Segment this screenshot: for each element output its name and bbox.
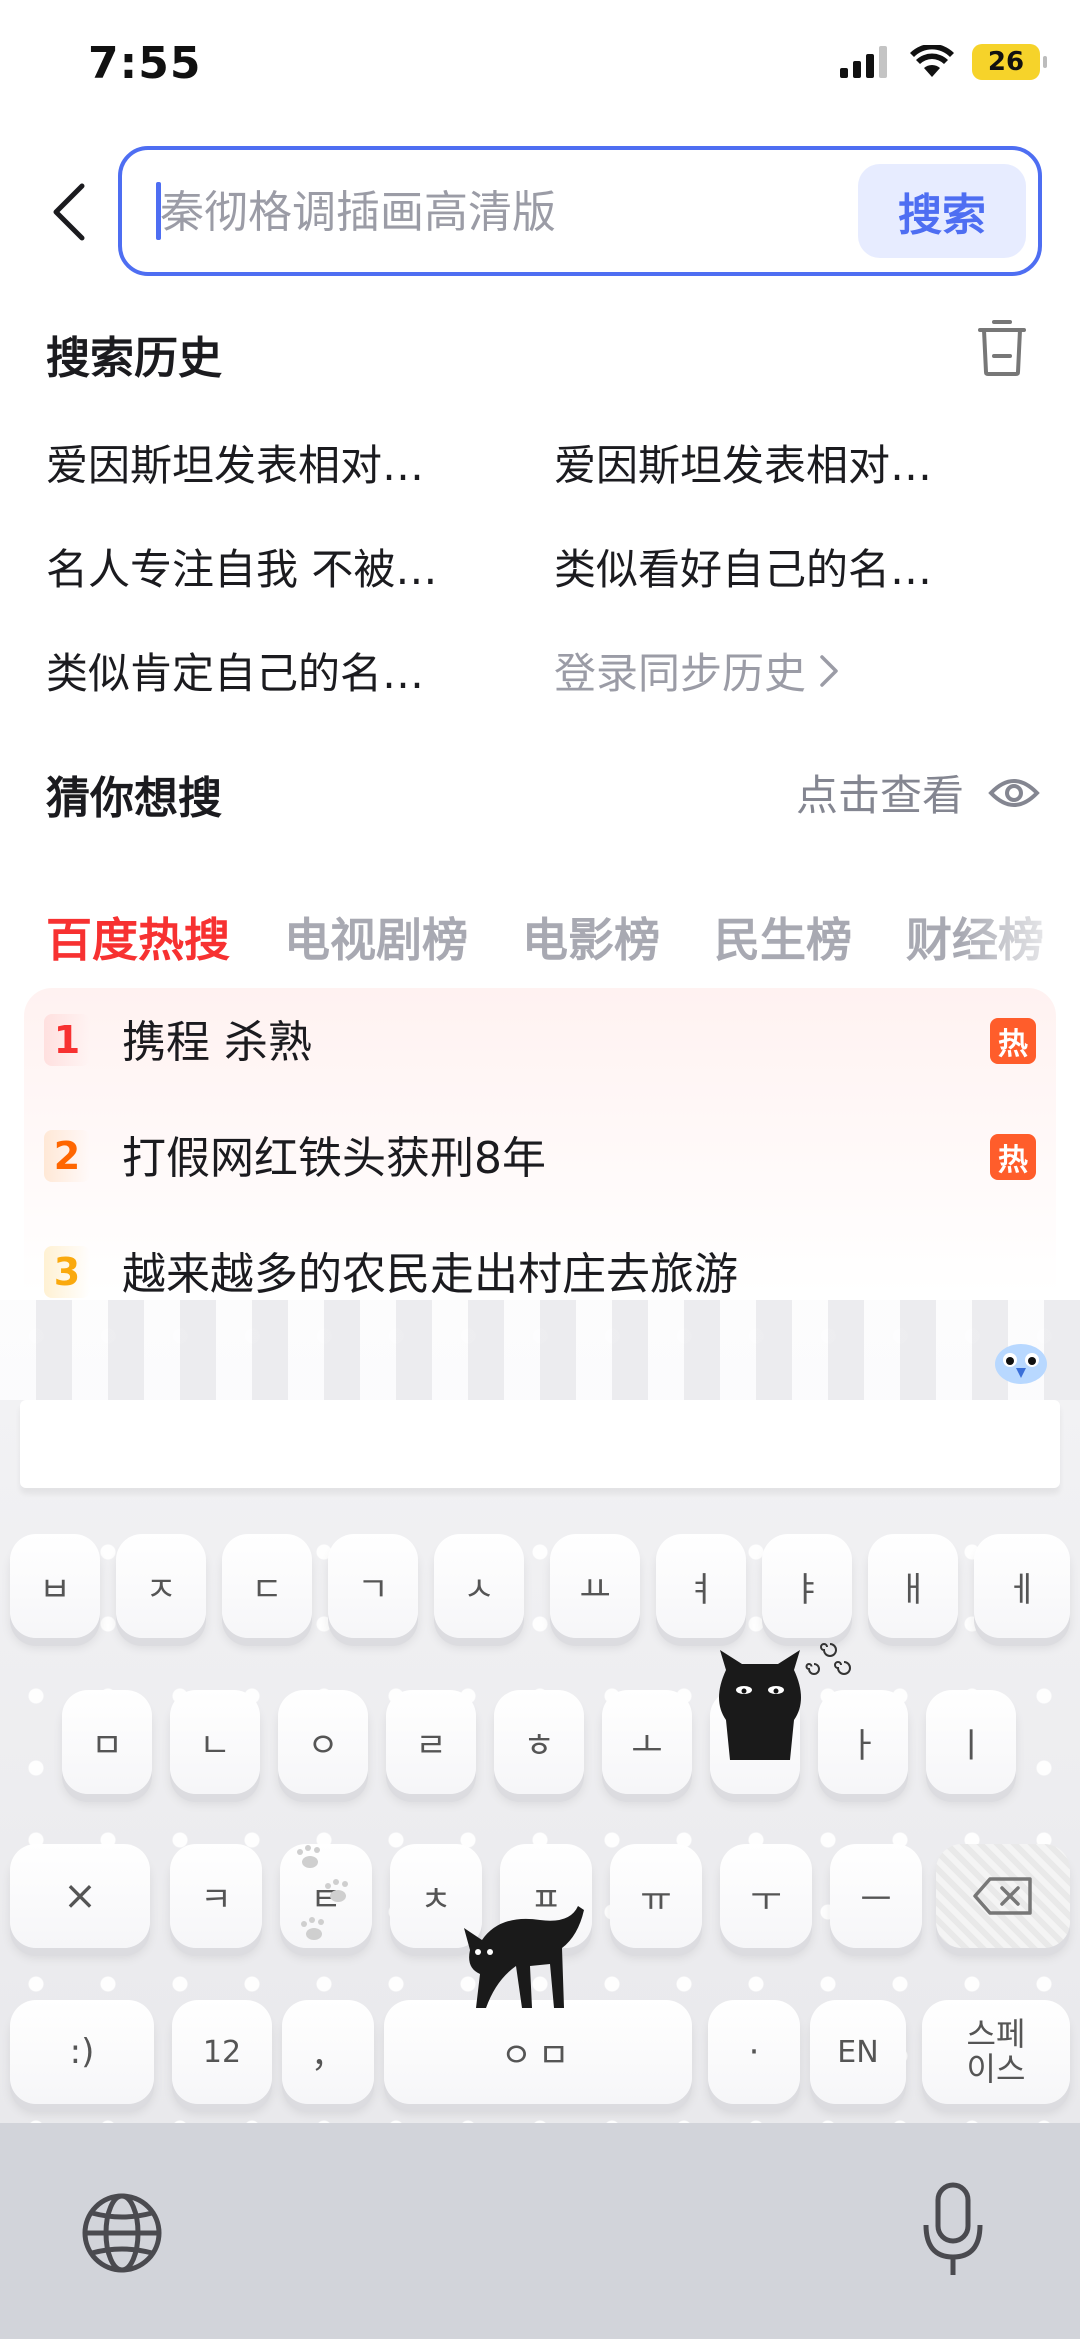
paw-prints	[297, 1845, 348, 1940]
english-key[interactable]: EN	[810, 2000, 906, 2104]
globe-icon	[82, 2193, 162, 2273]
key-d[interactable]: ㄷ	[222, 1534, 312, 1638]
reveal-label: 点击查看	[795, 771, 964, 820]
login-sync-link[interactable]: 登录同步历史	[554, 640, 1024, 701]
key-ya[interactable]: ㅑ	[762, 1534, 852, 1638]
key-yo[interactable]: ㅛ	[550, 1534, 640, 1638]
backspace-key[interactable]	[936, 1844, 1070, 1948]
hot-badge: 热	[990, 1018, 1036, 1064]
key-m[interactable]: ㅁ	[62, 1690, 152, 1794]
rank-number: 2	[44, 1130, 90, 1182]
key-yeo[interactable]: ㅕ	[656, 1534, 746, 1638]
hot-list-row[interactable]: 1 携程 杀熟 热	[24, 988, 1056, 1088]
key-i[interactable]: ㅣ	[926, 1690, 1016, 1794]
tab-baidu-hot[interactable]: 百度热搜	[46, 904, 230, 970]
battery-indicator: 26	[972, 44, 1047, 80]
hot-topic-text: 越来越多的农民走出村庄去旅游	[122, 1249, 738, 1300]
key-eu[interactable]: ㅡ	[830, 1844, 922, 1948]
tab-movie[interactable]: 电影榜	[522, 904, 660, 970]
key-o[interactable]: ㅗ	[602, 1690, 692, 1794]
numbers-key[interactable]: 12	[172, 2000, 272, 2104]
key-n[interactable]: ㄴ	[170, 1690, 260, 1794]
clear-history-button[interactable]	[974, 318, 1030, 378]
period-key[interactable]: ·	[708, 2000, 800, 2104]
history-item[interactable]: 爱因斯坦发表相对…	[554, 432, 1024, 493]
search-button[interactable]: 搜索	[858, 164, 1026, 258]
status-bar: 7:55 26	[0, 0, 1080, 130]
key-h[interactable]: ㅎ	[494, 1690, 584, 1794]
status-icons: 26	[840, 44, 1047, 80]
hot-topic-text: 携程 杀熟	[122, 1017, 312, 1068]
wifi-icon	[910, 45, 954, 77]
spacebar-key[interactable]: 스페 이스	[922, 2000, 1070, 2104]
korean-keyboard: ㅂ ㅈ ㄷ ㄱ ㅅ ㅛ ㅕ ㅑ ㅐ ㅔ ㅁ ㄴ ㅇ ㄹ ㅎ ㅗ ㅓ ㅏ ㅣ × …	[0, 1300, 1080, 2123]
switch-keyboard-button[interactable]	[80, 2191, 164, 2275]
history-item[interactable]: 名人专注自我 不被…	[46, 536, 516, 597]
tab-fade	[960, 880, 1080, 980]
reveal-suggestions-button[interactable]: 点击查看	[796, 762, 1040, 823]
emoji-key[interactable]: :)	[10, 2000, 154, 2104]
back-button[interactable]	[34, 176, 106, 248]
search-row: 搜索	[0, 146, 1080, 278]
status-time: 7:55	[88, 38, 202, 89]
keyboard-decor-strip	[0, 1300, 1080, 1400]
key-ae[interactable]: ㅐ	[868, 1534, 958, 1638]
microphone-icon	[923, 2182, 983, 2275]
hot-topic-text: 打假网红铁头获刑8年	[122, 1133, 546, 1184]
key-a[interactable]: ㅏ	[818, 1690, 908, 1794]
eye-icon	[988, 778, 1040, 807]
keyboard-bottom-bar	[0, 2123, 1080, 2339]
key-u[interactable]: ㅜ	[720, 1844, 812, 1948]
trash-icon	[978, 320, 1026, 376]
history-item[interactable]: 类似看好自己的名…	[554, 536, 1024, 597]
key-j[interactable]: ㅈ	[116, 1534, 206, 1638]
login-sync-label: 登录同步历史	[554, 649, 807, 698]
rank-number: 1	[44, 1014, 90, 1066]
search-input[interactable]	[160, 172, 840, 252]
history-item[interactable]: 类似肯定自己的名…	[46, 640, 516, 701]
key-b[interactable]: ㅂ	[10, 1534, 100, 1638]
swirl-decor	[805, 1643, 851, 1675]
hot-tabs: 百度热搜 电视剧榜 电影榜 民生榜 财经榜	[46, 904, 1044, 970]
mascot-icon[interactable]	[992, 1336, 1050, 1386]
hot-list: 1 携程 杀熟 热 2 打假网红铁头获刑8年 热 3 越来越多的农民走出村庄去旅…	[24, 988, 1056, 1348]
spacebar-label-top: 스페	[966, 2014, 1026, 2053]
signal-icon	[840, 46, 887, 78]
history-title: 搜索历史	[46, 333, 222, 384]
cat-sticker-arched	[464, 1906, 584, 2008]
comma-key[interactable]: ，	[282, 2000, 374, 2104]
hot-badge: 热	[990, 1134, 1036, 1180]
cat-sticker	[719, 1650, 801, 1760]
chevron-right-icon	[820, 654, 838, 687]
key-k[interactable]: ㅋ	[170, 1844, 262, 1948]
key-ng[interactable]: ㅇ	[278, 1690, 368, 1794]
hot-list-row[interactable]: 2 打假网红铁头获刑8年 热	[24, 1104, 1056, 1204]
back-icon	[53, 183, 85, 241]
rank-number: 3	[44, 1246, 90, 1298]
key-s[interactable]: ㅅ	[434, 1534, 524, 1638]
key-g[interactable]: ㄱ	[328, 1534, 418, 1638]
history-item[interactable]: 爱因斯坦发表相对…	[46, 432, 516, 493]
search-box: 搜索	[118, 146, 1042, 276]
tab-tv[interactable]: 电视剧榜	[284, 904, 468, 970]
tab-livelihood[interactable]: 民生榜	[714, 904, 852, 970]
key-r[interactable]: ㄹ	[386, 1690, 476, 1794]
key-shift[interactable]: ×	[10, 1844, 150, 1948]
key-e[interactable]: ㅔ	[974, 1534, 1070, 1638]
key-yu[interactable]: ㅠ	[610, 1844, 702, 1948]
guess-title: 猜你想搜	[46, 773, 222, 824]
spacebar-label-bottom: 이스	[966, 2050, 1026, 2088]
dictation-button[interactable]	[918, 2181, 988, 2281]
backspace-icon	[973, 1877, 1032, 1915]
candidate-bar	[20, 1400, 1060, 1488]
space-key[interactable]: ㅇㅁ	[384, 2000, 692, 2104]
